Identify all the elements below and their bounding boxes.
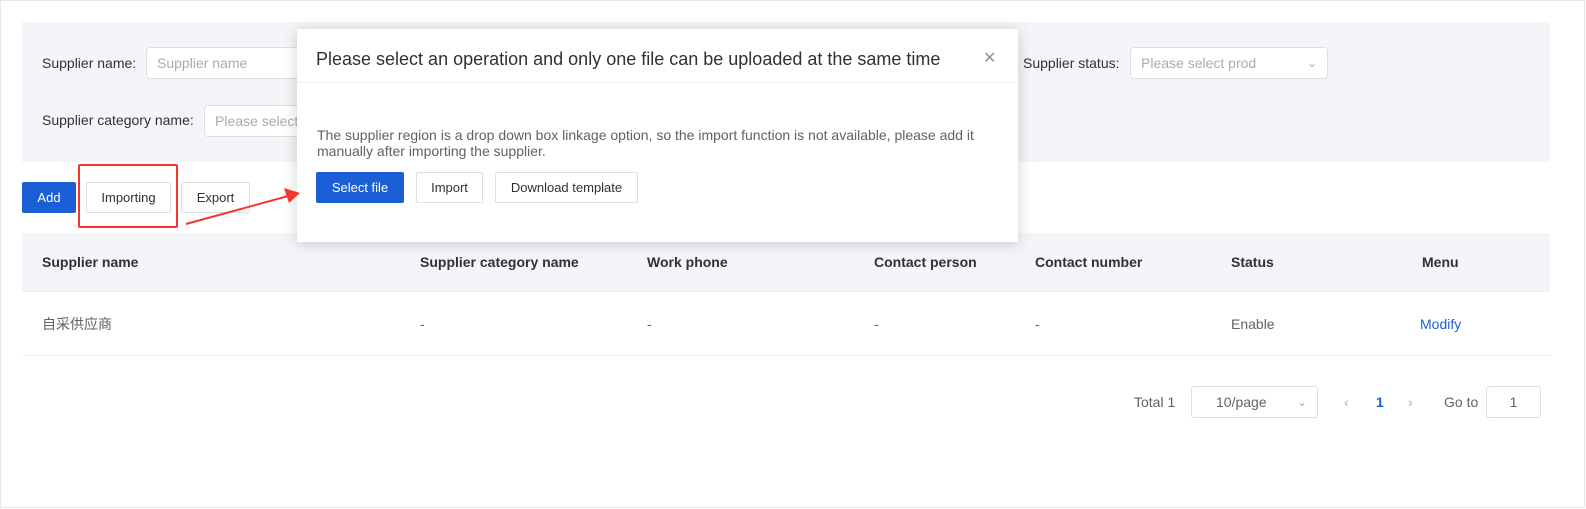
goto-label: Go to	[1444, 394, 1479, 410]
import-dialog: Please select an operation and only one …	[297, 29, 1018, 242]
goto-page-input[interactable]: 1	[1486, 386, 1541, 418]
supplier-status-select[interactable]: Please select prod ⌄	[1130, 47, 1328, 79]
prev-page-icon[interactable]: ‹	[1344, 386, 1349, 418]
supplier-name-label: Supplier name:	[42, 55, 137, 71]
supplier-name-placeholder: Supplier name	[157, 55, 248, 71]
pagination-total: Total 1	[1134, 394, 1176, 410]
dialog-message: The supplier region is a drop down box l…	[317, 127, 974, 159]
supplier-status-placeholder: Please select prod	[1141, 55, 1257, 71]
category-placeholder: Please select	[215, 113, 299, 129]
cell-contact-number: -	[1035, 316, 1040, 332]
export-button[interactable]: Export	[181, 182, 250, 213]
page-number-current[interactable]: 1	[1376, 386, 1384, 418]
import-button[interactable]: Import	[416, 172, 483, 203]
next-page-icon[interactable]: ›	[1408, 386, 1413, 418]
modify-link[interactable]: Modify	[1420, 292, 1461, 356]
category-label: Supplier category name:	[42, 112, 194, 128]
close-icon[interactable]: ✕	[983, 49, 996, 69]
supplier-status-label: Supplier status:	[1023, 55, 1120, 71]
add-button[interactable]: Add	[22, 182, 76, 213]
chevron-down-icon: ⌄	[1306, 56, 1317, 70]
cell-supplier-name: 自采供应商	[42, 316, 112, 332]
chevron-down-icon: ⌄	[1296, 395, 1307, 409]
dialog-title: Please select an operation and only one …	[316, 49, 941, 69]
cell-status: Enable	[1231, 316, 1275, 332]
download-template-button[interactable]: Download template	[495, 172, 638, 203]
column-header: Menu	[1422, 254, 1459, 270]
dialog-divider	[297, 82, 1018, 83]
select-file-button[interactable]: Select file	[316, 172, 404, 203]
table-row: 自采供应商 - - - - Enable Modify	[22, 292, 1550, 356]
column-header: Contact number	[1035, 254, 1143, 270]
page-size-value: 10/page	[1216, 394, 1267, 410]
annotation-highlight-box	[78, 164, 178, 228]
column-header: Supplier name	[42, 254, 139, 270]
column-header: Status	[1231, 254, 1274, 270]
page-size-select[interactable]: 10/page ⌄	[1191, 386, 1318, 418]
cell-contact-person: -	[874, 316, 879, 332]
cell-category: -	[420, 316, 425, 332]
cell-work-phone: -	[647, 316, 652, 332]
